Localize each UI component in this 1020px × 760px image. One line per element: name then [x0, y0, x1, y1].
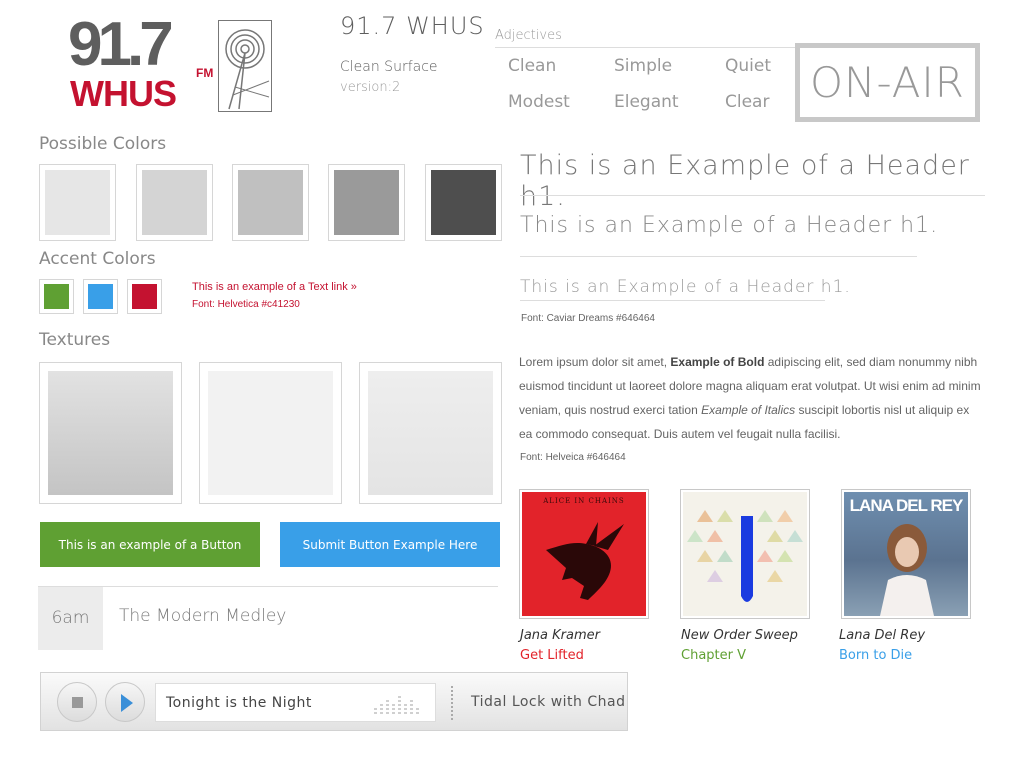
- album-title[interactable]: Born to Die: [839, 648, 912, 663]
- album-cover[interactable]: ALICE IN CHAINS: [519, 489, 649, 619]
- now-playing-box: Tonight is the Night: [155, 683, 436, 722]
- header-h1-medium: This is an Example of a Header h1.: [520, 213, 939, 238]
- schedule-time: 6am: [38, 587, 103, 650]
- album-title[interactable]: Get Lifted: [520, 648, 584, 663]
- album-title[interactable]: Chapter V: [681, 648, 746, 663]
- current-show-dj: Tidal Lock with Chad: [471, 694, 626, 710]
- accent-font-note: Font: Helvetica #c41230: [192, 299, 300, 310]
- color-swatch: [232, 164, 309, 241]
- album-cover[interactable]: [680, 489, 810, 619]
- adjective-word: Modest: [508, 92, 570, 112]
- header-h1-small: This is an Example of a Header h1.: [520, 277, 851, 297]
- header-font-note: Font: Caviar Dreams #646464: [521, 313, 655, 324]
- stop-button[interactable]: [57, 682, 97, 722]
- play-icon: [121, 694, 133, 712]
- logo-fm: FM: [196, 66, 214, 80]
- brand-version: version:2: [340, 80, 401, 95]
- color-swatch: [39, 164, 116, 241]
- adjective-word: Elegant: [614, 92, 679, 112]
- adjectives-label: Adjectives: [495, 28, 562, 43]
- adjective-word: Clean: [508, 56, 557, 76]
- bold-example: Example of Bold: [670, 355, 765, 369]
- equalizer-icon: [374, 696, 419, 714]
- player-divider: [451, 686, 454, 720]
- radio-tower-logo-icon: [218, 20, 272, 112]
- body-font-note: Font: Helveica #646464: [520, 452, 626, 463]
- color-swatch: [136, 164, 213, 241]
- adjective-word: Quiet: [725, 56, 772, 76]
- triangles-art-icon: [687, 510, 803, 602]
- album-artist: Jana Kramer: [520, 628, 600, 643]
- logo-frequency: 91.7: [68, 10, 174, 79]
- adjective-word: Clear: [725, 92, 770, 112]
- stop-icon: [72, 697, 83, 708]
- header-divider: [520, 195, 985, 196]
- texture-swatch: [359, 362, 502, 504]
- texture-swatch: [39, 362, 182, 504]
- texture-swatch: [199, 362, 342, 504]
- body-paragraph: Lorem ipsum dolor sit amet, Example of B…: [519, 355, 981, 441]
- now-playing-title: Tonight is the Night: [166, 695, 312, 711]
- logo-call-letters: WHUS: [70, 73, 177, 114]
- header-divider: [520, 300, 825, 301]
- example-button[interactable]: This is an example of a Button: [40, 522, 260, 567]
- color-swatch: [425, 164, 502, 241]
- skull-art-icon: [546, 522, 624, 600]
- album-cover-text: LANA DEL REY: [849, 496, 964, 515]
- adjective-word: Simple: [614, 56, 673, 76]
- album-artist: Lana Del Rey: [839, 628, 926, 643]
- header-h1-large: This is an Example of a Header h1.: [520, 150, 970, 212]
- accent-colors-label: Accent Colors: [39, 249, 156, 269]
- submit-button[interactable]: Submit Button Example Here: [280, 522, 500, 567]
- textures-label: Textures: [39, 330, 111, 350]
- album-artist: New Order Sweep: [681, 628, 798, 643]
- schedule-divider: [38, 586, 498, 587]
- on-air-indicator: ON-AIR: [795, 43, 980, 122]
- schedule-show-name[interactable]: The Modern Medley: [119, 606, 286, 626]
- play-button[interactable]: [105, 682, 145, 722]
- accent-swatch-green: [39, 279, 74, 314]
- possible-colors-label: Possible Colors: [39, 134, 167, 154]
- portrait-art-icon: [880, 524, 934, 616]
- album-cover-text: ALICE IN CHAINS: [543, 497, 625, 505]
- audio-player: Tonight is the Night Tidal Lock with Cha…: [40, 672, 628, 731]
- header-divider: [520, 256, 917, 257]
- album-cover[interactable]: LANA DEL REY: [841, 489, 971, 619]
- color-swatch: [328, 164, 405, 241]
- accent-swatch-blue: [83, 279, 118, 314]
- accent-swatch-red: [127, 279, 162, 314]
- example-text-link[interactable]: This is an example of a Text link »: [192, 281, 357, 293]
- adjectives-divider: [495, 47, 800, 48]
- italic-example: Example of Italics: [701, 403, 796, 417]
- brand-title: 91.7 WHUS: [340, 12, 485, 40]
- brand-subtitle: Clean Surface: [340, 59, 438, 75]
